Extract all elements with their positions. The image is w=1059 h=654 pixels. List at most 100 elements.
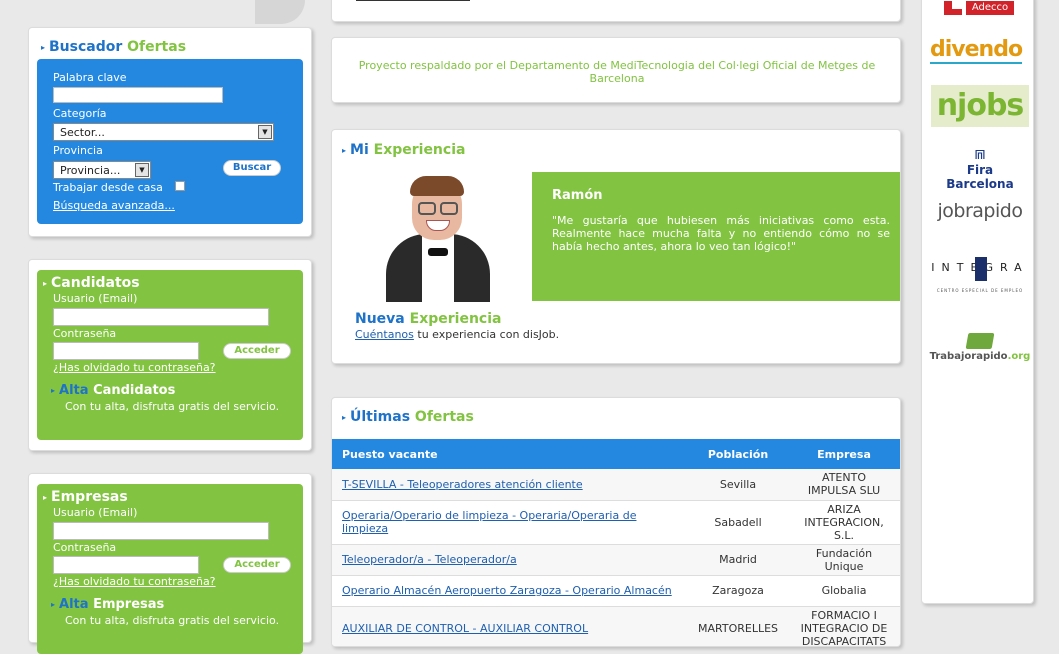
puesto-link[interactable]: AUXILIAR DE CONTROL - AUXILIAR CONTROL bbox=[342, 622, 588, 635]
ofertas-table: Puesto vacante Población Empresa T-SEVIL… bbox=[332, 439, 900, 646]
empresas-email-input[interactable] bbox=[53, 522, 269, 540]
table-row: Operaria/Operario de limpieza - Operaria… bbox=[332, 500, 900, 545]
testimonial-box: Ramón "Me gustaría que hubiesen más inic… bbox=[532, 172, 900, 301]
njobs-logo[interactable]: njobs bbox=[931, 85, 1029, 127]
proyecto-text: Proyecto respaldado por el Departamento … bbox=[358, 59, 876, 85]
top-banner-card bbox=[331, 0, 901, 22]
table-row: Operario Almacén Aeropuerto Zaragoza - O… bbox=[332, 575, 900, 607]
chevron-down-icon[interactable]: ▼ bbox=[258, 125, 272, 139]
divendo-logo[interactable]: divendo bbox=[930, 37, 1030, 67]
integra-bar-icon bbox=[975, 257, 987, 281]
category-select[interactable]: Sector... ▼ bbox=[53, 123, 274, 141]
divendo-text: divendo bbox=[930, 37, 1023, 64]
empresas-signup-text: Con tu alta, disfruta gratis del servici… bbox=[65, 614, 280, 627]
tell-link[interactable]: Cuéntanos bbox=[355, 328, 414, 341]
col-puesto[interactable]: Puesto vacante bbox=[332, 439, 688, 469]
fira-icon: ⩎ bbox=[974, 143, 986, 164]
puesto-link[interactable]: Teleoperador/a - Teleoperador/a bbox=[342, 553, 517, 566]
sponsors-panel: Adecco divendo njobs ⩎ Fira Barcelona jo… bbox=[921, 0, 1034, 604]
tell-experience: Cuéntanos tu experiencia con disJob. bbox=[355, 328, 559, 341]
poblacion-cell: Sabadell bbox=[688, 500, 789, 545]
empresas-login-button[interactable]: Acceder bbox=[223, 557, 291, 573]
fira-text: Fira Barcelona bbox=[946, 163, 1014, 191]
folder-icon bbox=[965, 333, 995, 349]
poblacion-cell: Zaragoza bbox=[688, 575, 789, 607]
ofertas-table-wrap: Puesto vacante Población Empresa T-SEVIL… bbox=[332, 439, 900, 646]
testimonial-name: Ramón bbox=[552, 188, 603, 203]
empresas-password-label: Contraseña bbox=[53, 541, 117, 554]
col-poblacion[interactable]: Población bbox=[688, 439, 789, 469]
candidatos-password-label: Contraseña bbox=[53, 327, 117, 340]
empresas-signup[interactable]: ▸ Alta Empresas bbox=[51, 597, 164, 612]
experiencia-title: ▸ Mi Experiencia bbox=[342, 142, 466, 158]
adecco-logo[interactable]: Adecco bbox=[944, 0, 1020, 15]
candidatos-panel: ▸ Candidatos Usuario (Email) Contraseña A… bbox=[28, 259, 312, 451]
fira-logo[interactable]: ⩎ Fira Barcelona bbox=[932, 143, 1028, 192]
candidatos-email-input[interactable] bbox=[53, 308, 269, 326]
integra-subtext: CENTRO ESPECIAL DE EMPLEO bbox=[936, 288, 1024, 293]
table-row: T-SEVILLA - Teleoperadores atención clie… bbox=[332, 469, 900, 501]
chevron-down-icon[interactable]: ▼ bbox=[135, 163, 149, 177]
jobrapido-text: jobrapido bbox=[937, 200, 1023, 222]
poblacion-cell: Sevilla bbox=[688, 469, 789, 501]
candidatos-login-button[interactable]: Acceder bbox=[223, 343, 291, 359]
remote-checkbox[interactable] bbox=[175, 181, 185, 191]
candidatos-password-input[interactable] bbox=[53, 342, 199, 360]
table-row: Teleoperador/a - Teleoperador/a Madrid F… bbox=[332, 544, 900, 576]
tell-text: tu experiencia con disJob. bbox=[413, 328, 560, 341]
trabajo-org: .org bbox=[1007, 351, 1031, 362]
remote-label: Trabajar desde casa bbox=[53, 181, 163, 194]
empresas-password-input[interactable] bbox=[53, 556, 199, 574]
buscador-form: Palabra clave Categoría Sector... ▼ Prov… bbox=[37, 59, 303, 224]
empresa-cell: Globalia bbox=[788, 575, 900, 607]
table-header-row: Puesto vacante Población Empresa bbox=[332, 439, 900, 469]
keyword-input[interactable] bbox=[53, 87, 223, 103]
ramon-photo bbox=[376, 174, 500, 302]
province-select[interactable]: Provincia... ▼ bbox=[53, 161, 151, 179]
category-label: Categoría bbox=[53, 107, 107, 120]
candidatos-form: ▸ Candidatos Usuario (Email) Contraseña A… bbox=[37, 270, 303, 440]
empresas-panel: ▸ Empresas Usuario (Email) Contraseña Acc… bbox=[28, 473, 312, 654]
ultimas-card: ▸ Últimas Ofertas Puesto vacante Població… bbox=[331, 397, 901, 647]
bullet-icon: ▸ bbox=[342, 412, 347, 422]
puesto-link[interactable]: Operaria/Operario de limpieza - Operaria… bbox=[342, 509, 636, 535]
empresas-forgot-link[interactable]: ¿Has olvidado tu contraseña? bbox=[53, 575, 216, 588]
integra-logo[interactable]: INTEGRA CENTRO ESPECIAL DE EMPLEO bbox=[930, 255, 1030, 299]
empresas-user-label: Usuario (Email) bbox=[53, 506, 138, 519]
testimonial-quote: "Me gustaría que hubiesen más iniciativa… bbox=[552, 214, 890, 253]
puesto-link[interactable]: Operario Almacén Aeropuerto Zaragoza - O… bbox=[342, 584, 672, 597]
njobs-text: njobs bbox=[936, 88, 1025, 123]
bullet-icon: ▸ bbox=[43, 278, 48, 288]
empresa-cell: FORMACIO I INTEGRACIO DE DISCAPACITATS bbox=[788, 606, 900, 646]
candidatos-signup-text: Con tu alta, disfruta gratis del servici… bbox=[65, 400, 280, 413]
bullet-icon: ▸ bbox=[41, 42, 46, 52]
proyecto-card: Proyecto respaldado por el Departamento … bbox=[331, 37, 901, 103]
bullet-icon: ▸ bbox=[342, 145, 347, 155]
jobrapido-logo[interactable]: jobrapido bbox=[930, 200, 1030, 222]
candidatos-title: ▸ Candidatos bbox=[43, 275, 140, 291]
candidatos-signup[interactable]: ▸ Alta Candidatos bbox=[51, 383, 175, 398]
empresa-cell: ATENTO IMPULSA SLU bbox=[788, 469, 900, 501]
col-empresa[interactable]: Empresa bbox=[788, 439, 900, 469]
empresas-title: ▸ Empresas bbox=[43, 489, 128, 505]
trabajorapido-logo[interactable]: Trabajorapido.org bbox=[928, 333, 1032, 362]
buscador-panel: ▸ Buscador Ofertas Palabra clave Categorí… bbox=[28, 27, 312, 237]
candidatos-user-label: Usuario (Email) bbox=[53, 292, 138, 305]
search-button[interactable]: Buscar bbox=[223, 160, 281, 176]
bullet-icon: ▸ bbox=[43, 492, 48, 502]
buscador-title: ▸ Buscador Ofertas bbox=[41, 39, 187, 55]
experiencia-card: ▸ Mi Experiencia Ramón "Me gustaría que h… bbox=[331, 129, 901, 364]
empresa-cell: Fundación Unique bbox=[788, 544, 900, 576]
advanced-search-link[interactable]: Búsqueda avanzada... bbox=[53, 199, 175, 212]
table-row: AUXILIAR DE CONTROL - AUXILIAR CONTROL M… bbox=[332, 606, 900, 646]
poblacion-cell: Madrid bbox=[688, 544, 789, 576]
province-label: Provincia bbox=[53, 144, 103, 157]
puesto-link[interactable]: T-SEVILLA - Teleoperadores atención clie… bbox=[342, 478, 583, 491]
trabajo-text: Trabajorapido bbox=[929, 351, 1008, 362]
bullet-icon: ▸ bbox=[51, 386, 56, 395]
empresas-form: ▸ Empresas Usuario (Email) Contraseña Acc… bbox=[37, 484, 303, 654]
poblacion-cell: MARTORELLES bbox=[688, 606, 789, 646]
candidatos-forgot-link[interactable]: ¿Has olvidado tu contraseña? bbox=[53, 361, 216, 374]
decor-swoosh bbox=[255, 0, 305, 24]
bullet-icon: ▸ bbox=[51, 600, 56, 609]
